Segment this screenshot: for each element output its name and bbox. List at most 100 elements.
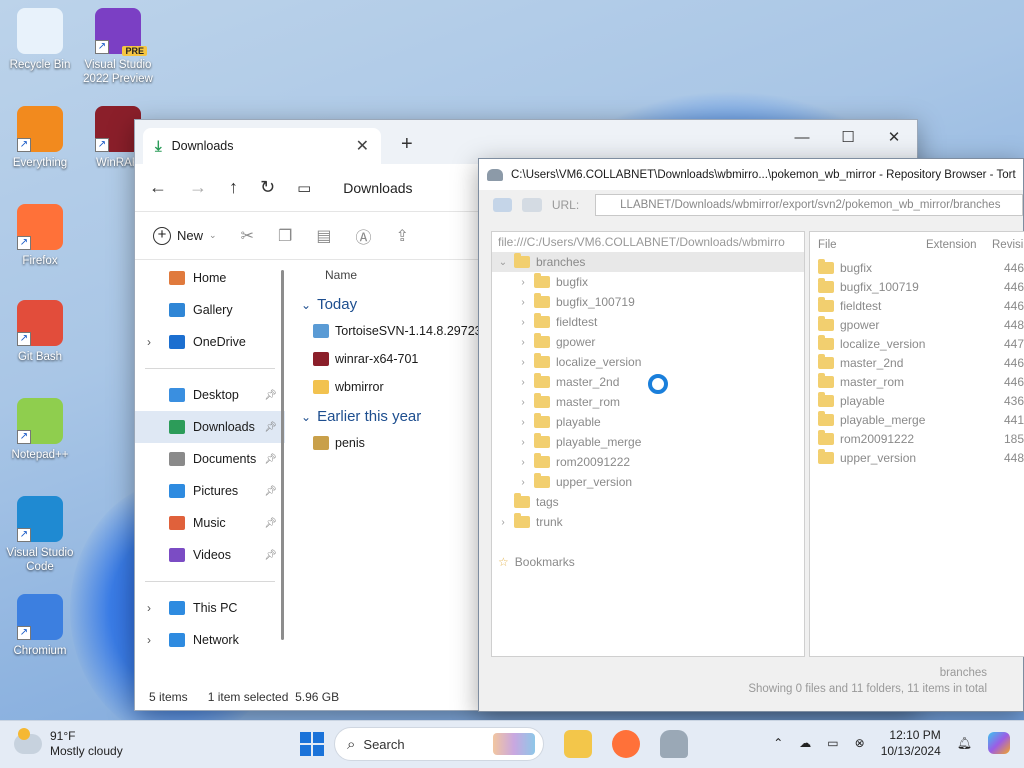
desktop-shortcut[interactable]: ↗ Git Bash xyxy=(0,300,80,364)
pin-icon[interactable]: 📌︎ xyxy=(264,454,277,465)
sidebar-item-videos[interactable]: Videos 📌︎ xyxy=(135,539,285,571)
desktop-shortcut[interactable]: ↗ PRE Visual Studio 2022 Preview xyxy=(78,8,158,86)
tortoisesvn-taskbar-icon[interactable] xyxy=(660,730,688,758)
forward-arrow-icon[interactable]: → xyxy=(189,177,207,198)
tree-item-branch[interactable]: › localize_version xyxy=(492,352,804,372)
chevron-right-icon[interactable]: › xyxy=(518,457,528,468)
chevron-right-icon[interactable]: › xyxy=(518,357,528,368)
list-item[interactable]: upper_version 4482 xyxy=(810,448,1024,467)
chevron-right-icon[interactable]: › xyxy=(518,477,528,488)
sidebar-item-gallery[interactable]: Gallery xyxy=(135,294,285,326)
copy-icon[interactable]: ❐ xyxy=(278,226,292,246)
chevron-right-icon[interactable]: › xyxy=(147,601,151,615)
sidebar-item-network[interactable]: › Network xyxy=(135,624,285,656)
chevron-right-icon[interactable]: › xyxy=(147,335,151,349)
tree-item-branch[interactable]: › gpower xyxy=(492,332,804,352)
list-item[interactable]: bugfix 4460 xyxy=(810,258,1024,277)
taskbar-search[interactable]: ⌕ Search xyxy=(334,727,544,761)
monitor-icon[interactable]: ▭ xyxy=(297,179,311,197)
share-icon[interactable]: ⇪ xyxy=(395,226,408,246)
chevron-right-icon[interactable]: › xyxy=(498,517,508,528)
refresh-icon[interactable]: ↻ xyxy=(260,177,275,198)
desktop-shortcut[interactable]: ↗ Visual Studio Code xyxy=(0,496,80,574)
tree-item-branch[interactable]: › fieldtest xyxy=(492,312,804,332)
tree-item-trunk[interactable]: › trunk xyxy=(492,512,804,532)
list-item[interactable]: playable 4364 xyxy=(810,391,1024,410)
sidebar-item-pictures[interactable]: Pictures 📌︎ xyxy=(135,475,285,507)
tree-item-branch[interactable]: › bugfix_100719 xyxy=(492,292,804,312)
firefox-taskbar-icon[interactable] xyxy=(612,730,640,758)
chevron-right-icon[interactable]: › xyxy=(147,633,151,647)
new-tab-button[interactable]: + xyxy=(401,133,413,156)
column-header-revision[interactable]: Revisi xyxy=(992,239,1023,251)
desktop-shortcut[interactable]: ↗ Firefox xyxy=(0,204,80,268)
chevron-right-icon[interactable]: › xyxy=(518,297,528,308)
bookmarks-node[interactable]: ☆ Bookmarks xyxy=(492,552,804,572)
tree-root[interactable]: file:///C:/Users/VM6.COLLABNET/Downloads… xyxy=(492,232,804,252)
nav-scrollbar[interactable] xyxy=(281,270,284,640)
tree-item-branch[interactable]: › upper_version xyxy=(492,472,804,492)
pin-icon[interactable]: 📌︎ xyxy=(264,550,277,561)
notification-bell-icon[interactable]: 🔔︎ xyxy=(957,736,972,750)
address-bar[interactable]: Downloads xyxy=(343,180,412,196)
rename-icon[interactable]: Ⓐ xyxy=(355,224,371,248)
forward-arrow-icon[interactable] xyxy=(522,198,542,212)
list-item[interactable]: fieldtest 4461 xyxy=(810,296,1024,315)
clock[interactable]: 12:10 PM 10/13/2024 xyxy=(881,727,941,759)
weather-widget[interactable]: 91°F Mostly cloudy xyxy=(14,728,123,759)
list-item[interactable]: playable_merge 4418 xyxy=(810,410,1024,429)
column-header-extension[interactable]: Extension xyxy=(926,239,977,251)
close-tab-icon[interactable]: ✕ xyxy=(356,136,369,156)
file-row[interactable]: winrar-x64-701 xyxy=(313,352,418,366)
chevron-right-icon[interactable]: › xyxy=(518,437,528,448)
group-header[interactable]: ⌄ Earlier this year xyxy=(301,408,421,425)
display-icon[interactable]: ▭ xyxy=(827,736,838,750)
pin-icon[interactable]: 📌︎ xyxy=(264,518,277,529)
tree-item-branch[interactable]: › playable_merge xyxy=(492,432,804,452)
sidebar-item-home[interactable]: Home xyxy=(135,262,285,294)
file-row[interactable]: penis xyxy=(313,436,365,450)
windows-start-icon[interactable] xyxy=(300,732,324,756)
tree-item-branch[interactable]: › master_rom xyxy=(492,392,804,412)
up-arrow-icon[interactable]: ↑ xyxy=(229,177,238,198)
desktop-shortcut[interactable]: ↗ Everything xyxy=(0,106,80,170)
volume-muted-icon[interactable]: ⊗ xyxy=(855,736,865,750)
desktop-shortcut[interactable]: ↗ Chromium xyxy=(0,594,80,658)
url-input[interactable]: LLABNET/Downloads/wbmirror/export/svn2/p… xyxy=(595,194,1023,216)
file-row[interactable]: wbmirror xyxy=(313,380,384,394)
chevron-right-icon[interactable]: › xyxy=(518,317,528,328)
maximize-button[interactable]: ☐ xyxy=(825,124,871,152)
network-offline-icon[interactable]: ☁ xyxy=(799,736,811,750)
chevron-up-icon[interactable]: ⌃ xyxy=(773,736,783,750)
explorer-tab[interactable]: ⤓ Downloads ✕ xyxy=(143,128,381,164)
sidebar-item-desktop[interactable]: Desktop 📌︎ xyxy=(135,379,285,411)
list-item[interactable]: localize_version 4479 xyxy=(810,334,1024,353)
close-button[interactable]: ✕ xyxy=(871,124,917,152)
pin-icon[interactable]: 📌︎ xyxy=(264,390,277,401)
list-item[interactable]: master_2nd 4464 xyxy=(810,353,1024,372)
tree-item-branch[interactable]: › bugfix xyxy=(492,272,804,292)
sidebar-item-this-pc[interactable]: › This PC xyxy=(135,592,285,624)
back-arrow-icon[interactable] xyxy=(493,198,513,212)
chevron-right-icon[interactable]: › xyxy=(518,417,528,428)
tree-item-branch[interactable]: › rom20091222 xyxy=(492,452,804,472)
list-item[interactable]: rom20091222 1856 xyxy=(810,429,1024,448)
desktop-shortcut[interactable]: Recycle Bin xyxy=(0,8,80,72)
group-header[interactable]: ⌄ Today xyxy=(301,296,357,313)
sidebar-item-documents[interactable]: Documents 📌︎ xyxy=(135,443,285,475)
file-row[interactable]: TortoiseSVN-1.14.8.29723-x6 xyxy=(313,324,499,338)
list-item[interactable]: master_rom 4461 xyxy=(810,372,1024,391)
tree-item-branch[interactable]: › playable xyxy=(492,412,804,432)
sidebar-item-onedrive[interactable]: › OneDrive xyxy=(135,326,285,358)
chevron-right-icon[interactable]: › xyxy=(518,337,528,348)
copilot-icon[interactable] xyxy=(988,732,1010,754)
list-item[interactable]: bugfix_100719 4460 xyxy=(810,277,1024,296)
tree-item-tags[interactable]: tags xyxy=(492,492,804,512)
back-arrow-icon[interactable]: ← xyxy=(149,177,167,198)
column-header-name[interactable]: Name xyxy=(325,268,357,282)
tree-item-branches[interactable]: ⌄ branches xyxy=(492,252,804,272)
pin-icon[interactable]: 📌︎ xyxy=(264,486,277,497)
minimize-button[interactable]: — xyxy=(779,124,825,152)
new-button[interactable]: + New ⌄ xyxy=(153,226,217,245)
desktop-shortcut[interactable]: ↗ Notepad++ xyxy=(0,398,80,462)
